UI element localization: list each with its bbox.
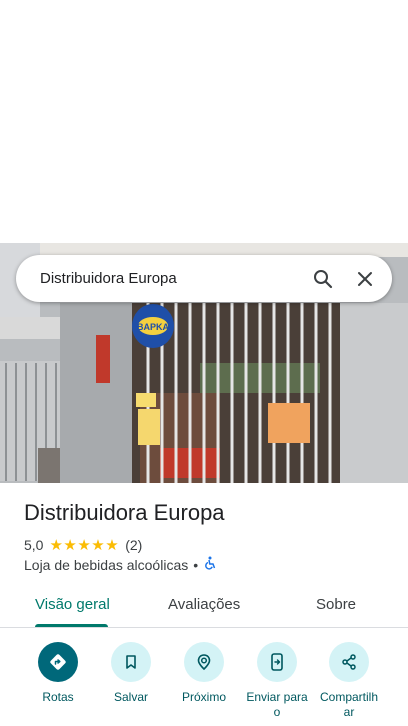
- nearby-icon[interactable]: [184, 642, 224, 682]
- search-query[interactable]: Distribuidora Europa: [40, 270, 296, 287]
- map-area: [0, 0, 408, 243]
- save-button[interactable]: Salvar: [99, 642, 163, 705]
- send-to-phone-button[interactable]: Enviar para o: [245, 642, 309, 720]
- tab-about[interactable]: Sobre: [316, 596, 356, 613]
- share-icon[interactable]: [329, 642, 369, 682]
- review-count[interactable]: (2): [125, 537, 142, 553]
- close-icon[interactable]: [350, 264, 380, 294]
- tab-bar: Visão geral Avaliações Sobre: [0, 584, 408, 628]
- share-label: Compartilhar: [319, 690, 379, 719]
- place-category: Loja de bebidas alcoólicas: [24, 556, 189, 573]
- directions-label: Rotas: [42, 690, 74, 704]
- directions-icon[interactable]: [38, 642, 78, 682]
- search-icon[interactable]: [308, 264, 338, 294]
- active-tab-indicator: [35, 624, 108, 627]
- category-row: Loja de bebidas alcoólicas •: [24, 556, 217, 573]
- rating-row[interactable]: 5,0 ★★★★★ (2): [24, 536, 142, 554]
- tab-overview[interactable]: Visão geral: [35, 596, 110, 613]
- wheelchair-accessible-icon: [203, 556, 217, 573]
- directions-button[interactable]: Rotas: [26, 642, 90, 705]
- sign-text: BAPKA: [137, 322, 170, 332]
- tab-reviews[interactable]: Avaliações: [168, 596, 240, 613]
- search-bar[interactable]: Distribuidora Europa: [16, 255, 392, 302]
- send-to-phone-icon[interactable]: [257, 642, 297, 682]
- star-rating: ★★★★★: [49, 537, 120, 554]
- place-title: Distribuidora Europa: [24, 500, 225, 525]
- share-button[interactable]: Compartilhar: [317, 642, 381, 720]
- save-label: Salvar: [113, 690, 148, 704]
- separator-dot: •: [193, 556, 199, 573]
- bookmark-icon[interactable]: [111, 642, 151, 682]
- rating-value: 5,0: [24, 537, 44, 553]
- send-to-phone-label: Enviar para o: [246, 690, 308, 719]
- nearby-label: Próximo: [181, 690, 226, 704]
- nearby-button[interactable]: Próximo: [172, 642, 236, 705]
